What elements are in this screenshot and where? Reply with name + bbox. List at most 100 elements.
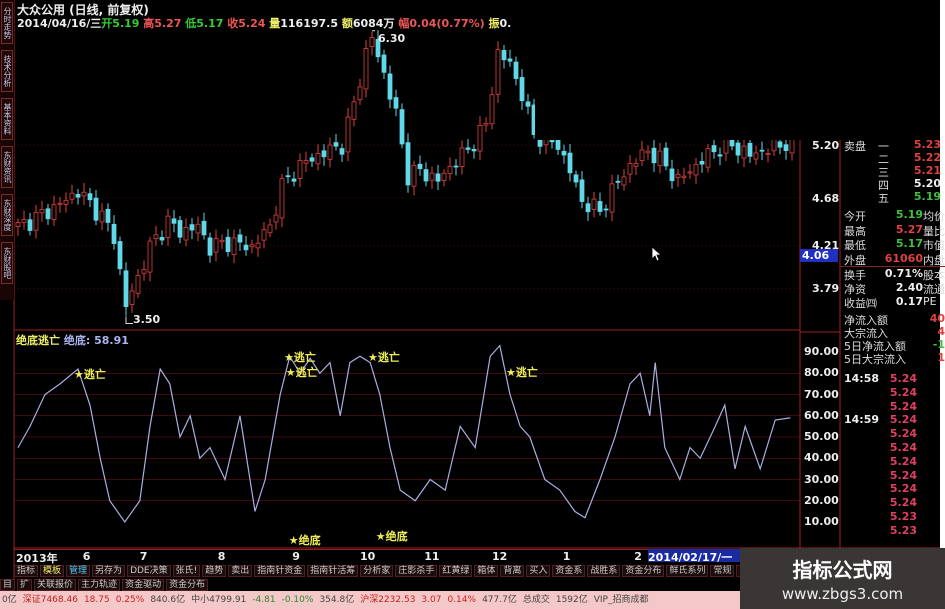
toolbar2-button[interactable]: 关联报价 <box>34 579 77 591</box>
toolbar-button[interactable]: 指南针活筹 <box>307 565 359 577</box>
candle-body <box>621 176 627 186</box>
candle-body <box>231 237 237 256</box>
signal-marker: ★绝底 <box>288 534 321 547</box>
candle-body <box>441 172 447 182</box>
toolbar-button[interactable]: 箱体 <box>474 565 499 577</box>
candle-body <box>477 125 483 152</box>
candle-body <box>489 94 495 125</box>
candle-body <box>279 178 285 219</box>
signal-marker: ★绝底 <box>375 529 408 543</box>
candle-body <box>771 138 777 152</box>
candle-body <box>615 180 621 183</box>
tab-news[interactable]: 东财资讯 <box>1 146 13 188</box>
osc-tick: 60.00 <box>804 408 839 422</box>
osc-point <box>279 394 281 395</box>
osc-point <box>544 479 546 480</box>
osc-point <box>509 394 511 395</box>
candle-body <box>705 148 711 168</box>
osc-point <box>359 355 361 357</box>
toolbar-button[interactable]: 背离 <box>500 565 525 577</box>
quote-row: 净资 2.40 流通 <box>840 280 945 296</box>
tick-row: 5.24 <box>840 427 945 441</box>
toolbar-button[interactable]: 战胜系 <box>587 565 621 577</box>
toolbar-button[interactable]: 模板 <box>40 565 65 577</box>
candle-body <box>417 163 423 170</box>
tab-fundamentals[interactable]: 基本资料 <box>1 98 13 140</box>
toolbar-button[interactable]: 另存为 <box>92 565 126 577</box>
candle-body <box>201 220 207 236</box>
quote-label: 收益㈣ <box>844 297 877 310</box>
flow-value: 4 <box>937 324 945 338</box>
osc-point <box>559 489 561 491</box>
blank-region <box>535 0 945 140</box>
candle-body <box>495 49 501 95</box>
osc-point <box>584 517 586 519</box>
quote-value: 2.40 <box>895 280 923 294</box>
toolbar-button[interactable]: 指标 <box>14 565 39 577</box>
toolbar2-button[interactable]: 资金分布 <box>166 579 209 591</box>
toolbar-button[interactable]: DDE决策 <box>127 565 171 577</box>
toolbar-button[interactable]: 卖出 <box>228 565 253 577</box>
toolbar2-button[interactable]: 扩 <box>17 579 33 591</box>
toolbar-button[interactable]: 红黄绿 <box>439 565 473 577</box>
candle-body <box>189 224 195 231</box>
candle-body <box>99 210 105 223</box>
osc-point <box>17 447 19 448</box>
osc-point <box>199 457 201 459</box>
toolbar-button[interactable]: 资金系 <box>552 565 586 577</box>
candle-body <box>39 209 45 214</box>
toolbar-button[interactable]: 常规 <box>710 565 735 577</box>
candle-body <box>207 237 213 256</box>
tab-intraday[interactable]: 分时走势 <box>1 2 13 44</box>
watermark: 指标公式网 www.zbgs3.com <box>740 548 945 609</box>
osc-point <box>414 500 416 502</box>
candle-body <box>777 141 783 148</box>
candle-body <box>123 270 129 308</box>
toolbar-button[interactable]: 指南针资金 <box>254 565 306 577</box>
order-level: 三 5.21 <box>840 164 945 179</box>
toolbar2-button[interactable]: 资金驱动 <box>122 579 165 591</box>
month-label: 12 <box>492 550 508 563</box>
osc-point <box>759 468 761 470</box>
candle-body <box>561 150 567 156</box>
signal-marker: ★逃亡 <box>74 368 106 382</box>
candle-body <box>225 236 231 252</box>
candle-body <box>363 48 369 90</box>
osc-point <box>169 383 171 385</box>
toolbar-button[interactable]: 庄影杀手 <box>395 565 438 577</box>
tab-technical[interactable]: 技术分析 <box>1 50 13 92</box>
tab-depth[interactable]: 东财深度 <box>1 194 13 236</box>
toolbar-button[interactable]: 鲜氏系列 <box>666 565 709 577</box>
tick-price: 5.24 <box>889 468 917 482</box>
order-level: 四 5.20 <box>840 177 945 192</box>
month-label: 11 <box>424 550 440 563</box>
osc-point <box>189 415 191 417</box>
osc-line <box>17 344 791 524</box>
toolbar-button[interactable]: 趋势 <box>202 565 227 577</box>
candle-body <box>63 199 69 205</box>
month-label: 1 <box>562 550 571 563</box>
candle-body <box>327 144 333 160</box>
status-item: -0.10% <box>281 595 314 605</box>
candle-body <box>273 214 279 223</box>
candle-body <box>81 191 87 197</box>
toolbar-button[interactable]: 管理 <box>66 565 91 577</box>
status-item: 477.7亿 <box>482 595 517 605</box>
candle-body <box>765 153 771 155</box>
osc-point <box>519 426 521 427</box>
tick-time: 14:59 <box>844 413 880 427</box>
toolbar-button[interactable]: 买入 <box>526 565 551 577</box>
osc-point <box>139 500 141 502</box>
osc-point <box>224 479 226 480</box>
candle-body <box>87 193 93 201</box>
osc-point <box>179 436 181 438</box>
tab-forum[interactable]: 东财股吧 <box>1 242 13 284</box>
candle-body <box>33 211 39 231</box>
toolbar-button[interactable]: 张氏! <box>172 565 201 577</box>
toolbar-button[interactable]: 资金分布 <box>622 565 665 577</box>
toolbar2-button[interactable]: 目 <box>0 579 16 591</box>
amplitude-label: 振 <box>488 17 500 30</box>
quote-value: 0.17 <box>895 295 923 308</box>
toolbar2-button[interactable]: 主力轨迹 <box>78 579 121 591</box>
toolbar-button[interactable]: 分析家 <box>360 565 394 577</box>
